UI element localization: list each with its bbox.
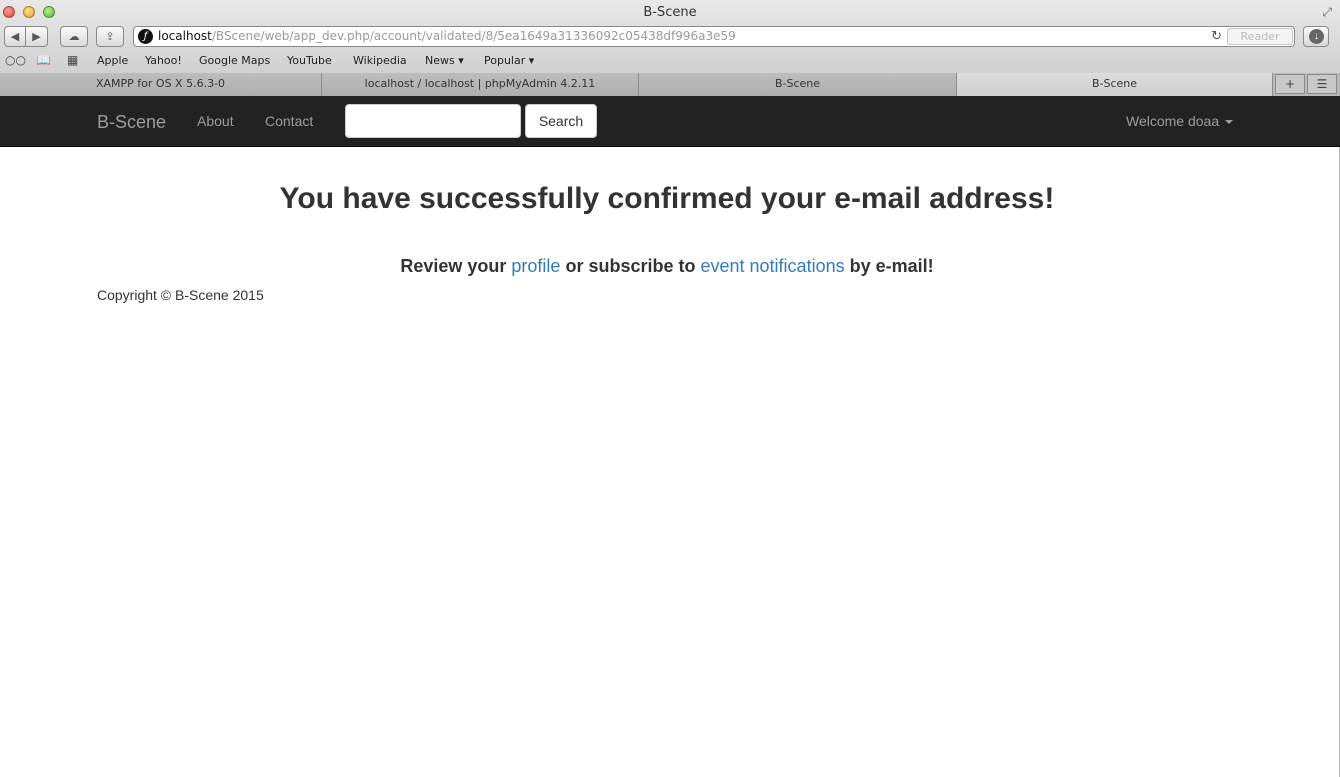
search-input[interactable] [345,104,521,138]
top-sites-grid-icon[interactable]: ▦ [67,53,78,67]
bookmarks-icon[interactable]: 📖 [36,53,51,67]
forward-button[interactable]: ▶ [26,26,48,47]
back-arrow-icon: ◀ [10,31,20,43]
fullscreen-icon[interactable]: ⤢ [1322,5,1332,20]
bookmark-news[interactable]: News ▾ [425,54,464,67]
user-menu-label: Welcome doaa [1126,113,1220,129]
lead-middle: or subscribe to [565,256,696,276]
icloud-tabs-button[interactable]: ☁ [60,26,88,47]
bookmark-youtube[interactable]: YouTube [287,54,332,67]
profile-link[interactable]: profile [511,256,560,276]
address-bar[interactable]: ƒ localhost/BScene/web/app_dev.php/accou… [133,26,1295,47]
tab-phpmyadmin[interactable]: localhost / localhost | phpMyAdmin 4.2.1… [322,73,639,96]
cloud-icon: ☁ [68,31,80,43]
reload-icon[interactable]: ↻ [1211,27,1222,46]
event-notifications-link[interactable]: event notifications [701,256,845,276]
bookmark-google-maps[interactable]: Google Maps [199,54,270,67]
reading-list-icon[interactable]: ○○ [5,53,26,67]
tab-list-icon[interactable]: ☰ [1307,74,1337,94]
browser-toolbar: ◀ ▶ ☁ ⇪ ƒ localhost/BScene/web/app_dev.p… [0,25,1340,49]
tab-bscene-active[interactable]: B-Scene [957,73,1273,96]
url-path: /BScene/web/app_dev.php/account/validate… [211,29,736,43]
bookmarks-bar: ○○ 📖 ▦ Apple Yahoo! Google Maps YouTube … [0,51,1340,71]
forward-arrow-icon: ▶ [32,31,41,43]
url-host: localhost [158,29,212,43]
copyright-text: Copyright © B-Scene 2015 [97,287,264,303]
page-title: You have successfully confirmed your e-m… [279,182,1055,215]
lead-text: Review your profile or subscribe to even… [0,256,1334,277]
search-button[interactable]: Search [525,104,597,138]
new-tab-icon[interactable]: + [1275,74,1305,94]
brand-link[interactable]: B-Scene [97,112,166,133]
site-navbar: B-Scene About Contact Search Welcome doa… [0,96,1340,147]
downloads-button[interactable]: ↓ [1303,26,1329,47]
user-menu-dropdown[interactable]: Welcome doaa [1126,113,1234,129]
window-titlebar: B-Scene ⤢ [0,0,1340,24]
site-favicon-icon: ƒ [138,29,153,44]
lead-suffix: by e-mail! [849,256,934,276]
tab-xampp[interactable]: XAMPP for OS X 5.6.3-0 [0,73,322,96]
reader-button[interactable]: Reader [1227,28,1293,45]
window-title: B-Scene [643,5,697,20]
bookmark-wikipedia[interactable]: Wikipedia [353,54,407,67]
bookmark-apple[interactable]: Apple [97,54,128,67]
tab-bar: XAMPP for OS X 5.6.3-0 localhost / local… [0,73,1340,96]
lead-prefix: Review your [400,256,507,276]
share-icon: ⇪ [105,31,115,43]
nav-about-link[interactable]: About [197,113,234,129]
nav-contact-link[interactable]: Contact [265,113,313,129]
bookmark-yahoo[interactable]: Yahoo! [145,54,182,67]
bookmark-popular[interactable]: Popular ▾ [484,54,534,67]
back-button[interactable]: ◀ [4,26,26,47]
browser-chrome: B-Scene ⤢ ◀ ▶ ☁ ⇪ ƒ localhost/BScene/web… [0,0,1340,96]
share-button[interactable]: ⇪ [96,26,124,47]
caret-down-icon [1225,120,1234,125]
tab-bscene-1[interactable]: B-Scene [639,73,957,96]
download-icon: ↓ [1309,29,1324,44]
